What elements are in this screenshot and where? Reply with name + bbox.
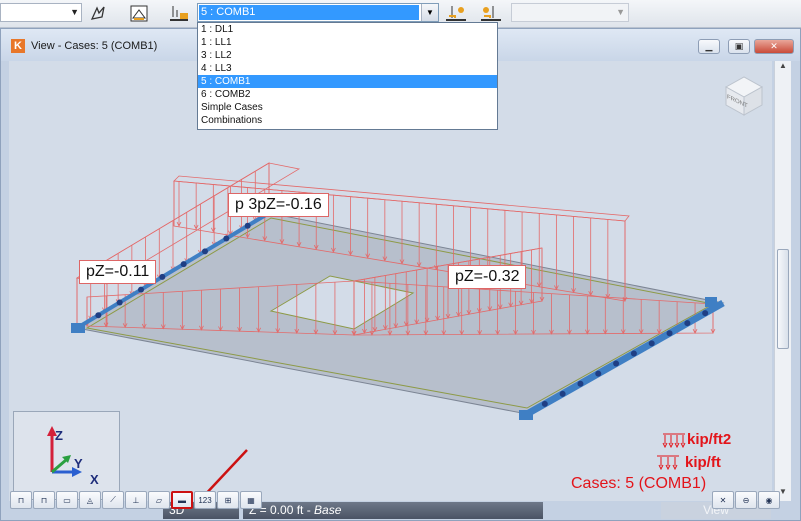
load-case-icon <box>446 6 466 21</box>
level-name: Base <box>314 503 342 517</box>
pointer-icon <box>90 6 105 20</box>
column-icon: ⊓ <box>40 495 48 505</box>
numbering-icon: 123 <box>198 495 212 505</box>
load-case-option[interactable]: 5 : COMB1 <box>198 75 497 88</box>
section-icon: ⊖ <box>742 495 750 505</box>
level-tab[interactable]: Z = 0.00 ft - Base <box>243 502 543 519</box>
axes-indicator: Z Y X <box>13 411 120 500</box>
section-button[interactable]: ⊖ <box>735 491 757 509</box>
legend-area-unit: kip/ft2 <box>687 431 732 448</box>
area-load-icon <box>662 433 686 449</box>
load-case-option[interactable]: 3 : LL2 <box>198 49 497 62</box>
chevron-down-icon[interactable]: ▼ <box>421 4 438 21</box>
mesh-icon: ▦ <box>247 495 255 505</box>
legend-cases: Cases: 5 (COMB1) <box>571 475 707 492</box>
load-case-option[interactable]: 1 : LL1 <box>198 36 497 49</box>
left-combo[interactable]: ▼ <box>0 3 82 22</box>
load-case-option[interactable]: Combinations <box>198 114 497 127</box>
panel-display-button[interactable]: ▱ <box>148 491 170 509</box>
load-case-selected-value: 5 : COMB1 <box>199 5 419 20</box>
load-case-option[interactable]: 1 : DL1 <box>198 23 497 36</box>
load-display-button[interactable] <box>166 2 192 24</box>
node-display-button[interactable]: ⊞ <box>217 491 239 509</box>
slab-icon: ◬ <box>86 495 94 505</box>
beam-display-button[interactable]: ⊓ <box>10 491 32 509</box>
minimize-button[interactable]: ▁ <box>698 39 720 54</box>
load-case-icon <box>481 6 501 21</box>
load-case-prev-button[interactable] <box>443 2 469 24</box>
hide-icon: ✕ <box>719 495 727 505</box>
pointer-tool-button[interactable] <box>86 2 112 24</box>
support-end-top-right <box>705 297 717 307</box>
render-icon: ◉ <box>765 495 773 505</box>
numbering-display-button[interactable]: 123 <box>194 491 216 509</box>
area-icon: ▬ <box>178 495 186 505</box>
support-end-left <box>71 323 85 333</box>
axis-x-label: X <box>90 472 99 487</box>
node-icon: ⊞ <box>224 495 232 505</box>
load-case-dropdown-list[interactable]: 1 : DL1 1 : LL1 3 : LL2 4 : LL3 5 : COMB1 6 :… <box>197 22 498 130</box>
load-case-next-button[interactable] <box>478 2 504 24</box>
legend-line-unit: kip/ft <box>685 454 721 471</box>
chevron-down-icon: ▼ <box>616 7 625 17</box>
support-icon: ⊥ <box>132 495 140 505</box>
vertical-scroll-thumb[interactable] <box>777 249 789 349</box>
load-case-select[interactable]: 5 : COMB1 ▼ <box>197 3 439 22</box>
bottom-toolbar-right: ✕ ⊖ ◉ <box>712 491 780 511</box>
beam-icon: ⊓ <box>17 495 25 505</box>
load-icon <box>170 6 188 21</box>
area-display-button[interactable]: ▬ <box>171 491 193 509</box>
close-button[interactable]: ✕ <box>754 39 794 54</box>
axis-z-label: Z <box>55 428 63 443</box>
brace-icon: ⟋ <box>110 495 116 504</box>
load-case-option[interactable]: Simple Cases <box>198 101 497 114</box>
line-load-icon <box>657 455 679 471</box>
view-cube[interactable]: FRONT <box>722 73 766 117</box>
bottom-toolbar: ⊓ ⊓ ▭ ◬ ⟋ ⊥ ▱ ▬ 123 ⊞ ▦ <box>10 491 262 511</box>
right-combo[interactable]: ▼ <box>511 3 629 22</box>
vertical-scrollbar[interactable]: ▲ ▼ <box>774 61 791 501</box>
wall-display-button[interactable]: ▭ <box>56 491 78 509</box>
app-logo-icon: K <box>11 39 25 53</box>
support-display-button[interactable]: ⊥ <box>125 491 147 509</box>
structure-view-button[interactable] <box>126 2 152 24</box>
hide-button[interactable]: ✕ <box>712 491 734 509</box>
load-label-left: pZ=-0.11 <box>79 260 157 284</box>
load-case-option[interactable]: 4 : LL3 <box>198 62 497 75</box>
brace-display-button[interactable]: ⟋ <box>102 491 124 509</box>
wall-icon: ▭ <box>63 495 71 505</box>
slab-display-button[interactable]: ◬ <box>79 491 101 509</box>
panel-icon: ▱ <box>155 495 163 505</box>
maximize-button[interactable]: ▣ <box>728 39 750 54</box>
column-display-button[interactable]: ⊓ <box>33 491 55 509</box>
mesh-display-button[interactable]: ▦ <box>240 491 262 509</box>
scroll-up-icon[interactable]: ▲ <box>775 61 791 75</box>
axes-icon <box>47 426 82 477</box>
render-button[interactable]: ◉ <box>758 491 780 509</box>
support-end-right <box>519 410 533 420</box>
load-label-top: p 3pZ=-0.16 <box>228 193 329 217</box>
load-case-option[interactable]: 6 : COMB2 <box>198 88 497 101</box>
axis-y-label: Y <box>74 456 83 471</box>
structure-icon <box>130 5 148 22</box>
chevron-down-icon: ▼ <box>70 7 79 17</box>
window-title: View - Cases: 5 (COMB1) <box>31 40 158 52</box>
load-label-right: pZ=-0.32 <box>448 265 527 289</box>
